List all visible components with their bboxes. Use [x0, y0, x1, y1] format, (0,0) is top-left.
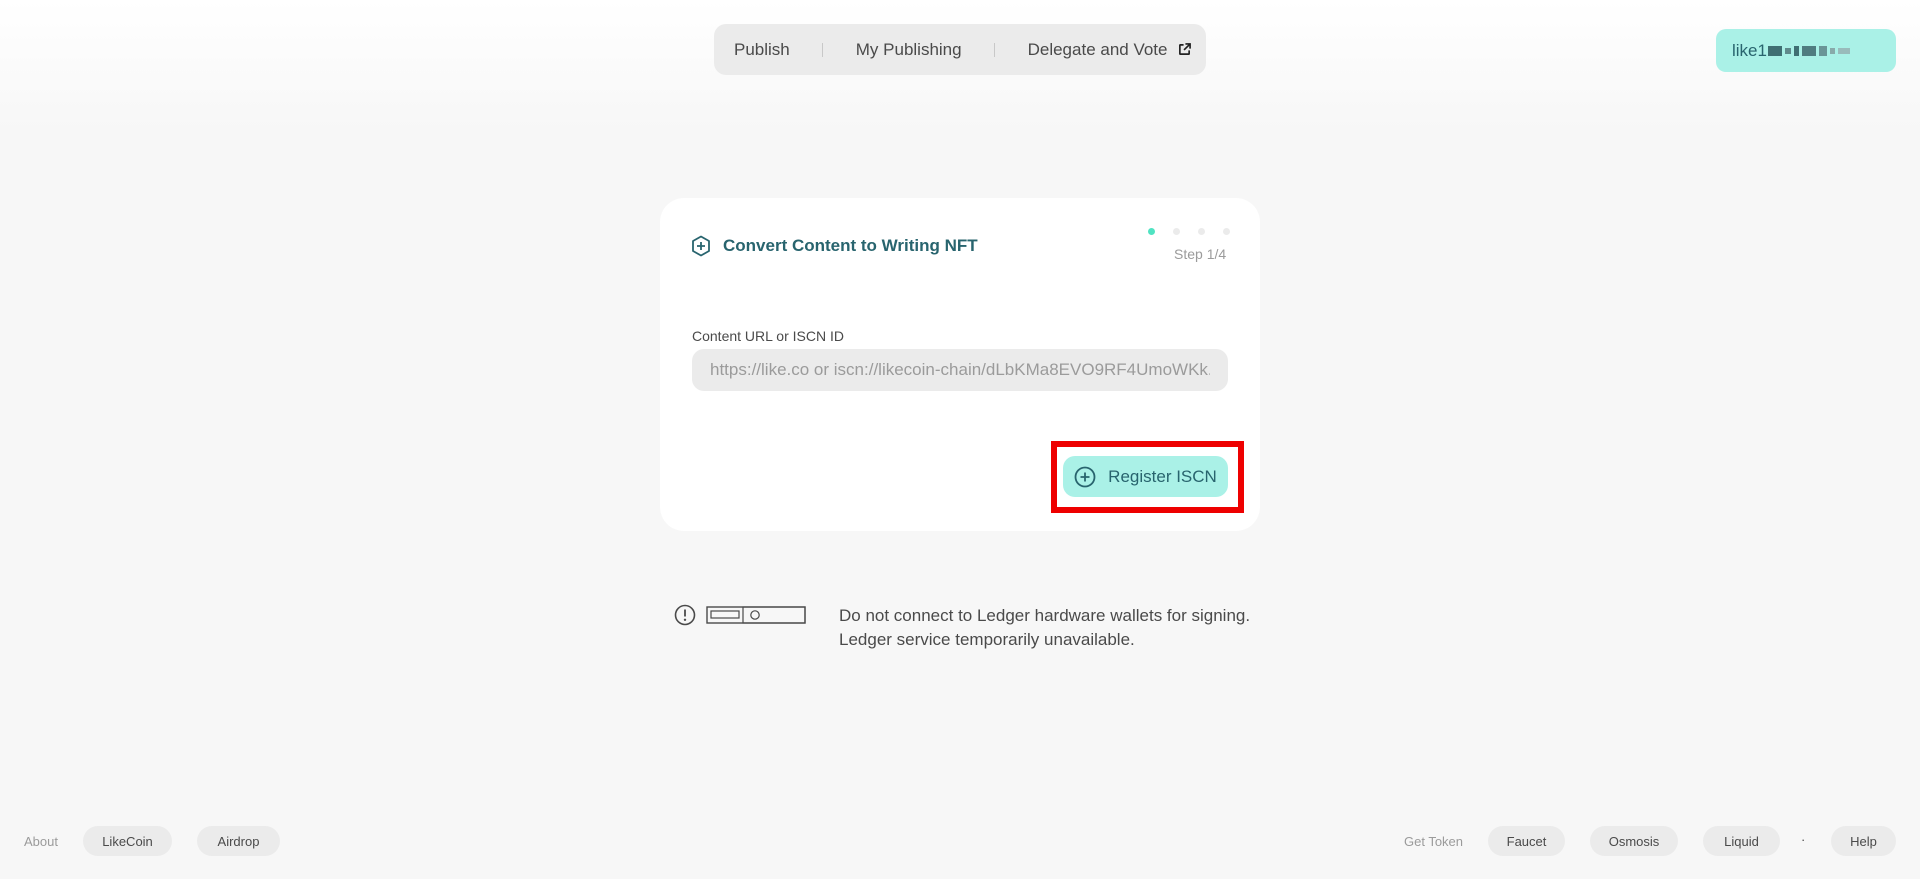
register-iscn-button[interactable]: Register ISCN [1063, 456, 1228, 497]
nav-my-publishing-label: My Publishing [855, 39, 962, 59]
wallet-address-button[interactable]: like1 [1716, 29, 1896, 72]
footer-link-airdrop[interactable]: Airdrop [197, 826, 280, 856]
footer-link-likecoin[interactable]: LikeCoin [83, 826, 172, 856]
footer-link-liquid[interactable]: Liquid [1703, 826, 1780, 856]
content-url-input[interactable] [692, 349, 1228, 391]
footer-about-label: About [24, 834, 58, 849]
nav-delegate-label: Delegate and Vote [1027, 39, 1168, 59]
top-nav: Publish My Publishing Delegate and Vote [714, 24, 1206, 75]
nav-my-publishing[interactable]: My Publishing [856, 40, 962, 60]
add-circle-icon [1074, 466, 1096, 487]
nav-divider [821, 42, 823, 57]
footer-link-help[interactable]: Help [1831, 826, 1896, 856]
footer-link-help-label: Help [1850, 833, 1877, 849]
footer-link-likecoin-label: LikeCoin [102, 833, 153, 849]
wallet-address-redacted [1767, 45, 1850, 56]
warning-icon [674, 604, 696, 626]
external-link-icon [1178, 43, 1191, 55]
nav-delegate-and-vote[interactable]: Delegate and Vote [1028, 40, 1191, 60]
ledger-notice-line2: Ledger service temporarily unavailable. [839, 630, 1135, 649]
ledger-device-icon [706, 606, 806, 624]
content-url-label: Content URL or ISCN ID [692, 328, 844, 344]
footer-link-osmosis-label: Osmosis [1608, 833, 1660, 849]
footer-link-osmosis[interactable]: Osmosis [1590, 826, 1678, 856]
register-iscn-label: Register ISCN [1108, 466, 1217, 486]
wallet-address-prefix: like1 [1732, 40, 1767, 60]
ledger-notice-line1: Do not connect to Ledger hardware wallet… [839, 606, 1251, 625]
card-title: Convert Content to Writing NFT [691, 235, 978, 257]
nav-publish-label: Publish [734, 39, 790, 59]
footer-link-airdrop-label: Airdrop [217, 833, 260, 849]
step-dot-4 [1223, 228, 1230, 235]
step-dot-1 [1148, 228, 1155, 235]
step-dot-2 [1173, 228, 1180, 235]
footer-link-liquid-label: Liquid [1724, 833, 1759, 849]
step-indicator [1148, 228, 1230, 235]
add-circle-icon [692, 235, 710, 257]
footer-get-token-label: Get Token [1404, 834, 1464, 849]
footer-separator: · [1801, 832, 1806, 847]
nav-publish[interactable]: Publish [734, 40, 790, 60]
footer-link-faucet[interactable]: Faucet [1488, 826, 1565, 856]
convert-content-card: Convert Content to Writing NFT Step 1/4 … [660, 198, 1260, 531]
footer: About LikeCoin Airdrop Get Token Faucet … [0, 826, 1920, 856]
step-dot-3 [1198, 228, 1205, 235]
card-title-text: Convert Content to Writing NFT [723, 236, 978, 255]
nav-divider [993, 42, 995, 57]
step-label: Step 1/4 [1174, 246, 1227, 262]
ledger-notice: Do not connect to Ledger hardware wallet… [839, 604, 1250, 652]
footer-link-faucet-label: Faucet [1506, 833, 1547, 849]
